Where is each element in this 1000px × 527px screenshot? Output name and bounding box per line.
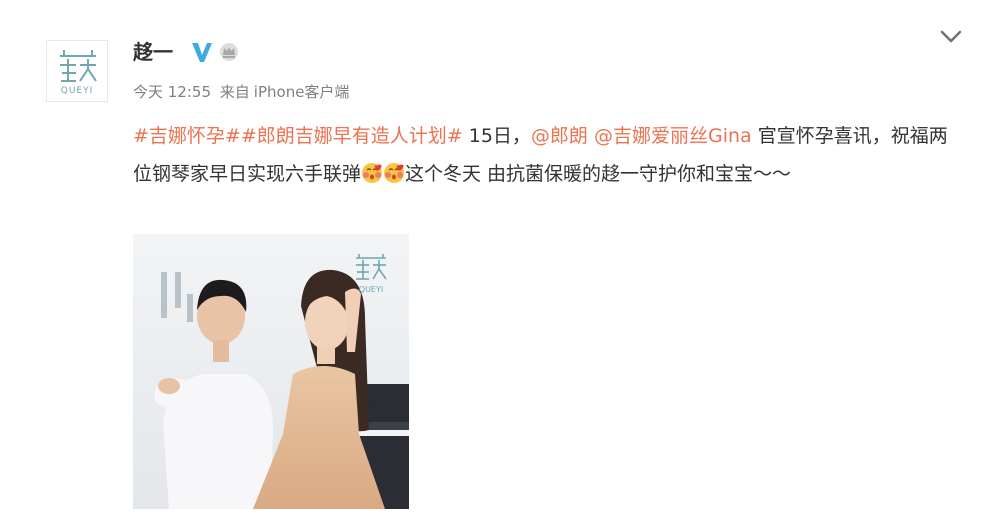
chevron-down-icon[interactable] — [940, 30, 962, 44]
brand-logo-icon — [60, 50, 97, 82]
post-source[interactable]: iPhone客户端 — [254, 83, 350, 101]
weibo-post-card: QUEYI 趍一 今天 12:55 来自 iPhone客户端 #吉娜怀孕##郎朗吉… — [0, 0, 1000, 527]
kiss-emoji-icon — [362, 163, 383, 183]
hashtag-link[interactable]: #吉娜怀孕# — [133, 125, 241, 147]
hashtag-link[interactable]: #郎朗吉娜早有造人计划# — [241, 125, 463, 147]
source-prefix: 来自 — [219, 83, 250, 101]
post-meta: 今天 12:55 来自 iPhone客户端 — [133, 82, 353, 102]
photo-logo-text: QUEYI — [359, 285, 383, 294]
kiss-emoji-icon — [384, 163, 405, 183]
post-photo[interactable]: QUEYI — [133, 234, 409, 509]
post-time[interactable]: 今天 12:55 — [133, 83, 211, 101]
crown-icon[interactable] — [218, 42, 240, 62]
post-text-segment: 15日， — [462, 125, 531, 147]
mention-link[interactable]: @吉娜爱丽丝Gina — [594, 125, 752, 147]
mention-link[interactable]: @郎朗 — [531, 125, 588, 147]
post-text: #吉娜怀孕##郎朗吉娜早有造人计划# 15日，@郎朗 @吉娜爱丽丝Gina 官宣… — [133, 117, 953, 193]
user-nickname[interactable]: 趍一 — [133, 40, 173, 64]
avatar-brand-text: QUEYI — [60, 86, 94, 96]
verified-v-icon[interactable] — [190, 40, 214, 64]
avatar[interactable]: QUEYI — [46, 40, 108, 102]
photo-illustration: QUEYI — [133, 234, 409, 509]
post-text-segment: 这个冬天 由抗菌保暖的趍一守护你和宝宝～～ — [405, 163, 792, 185]
